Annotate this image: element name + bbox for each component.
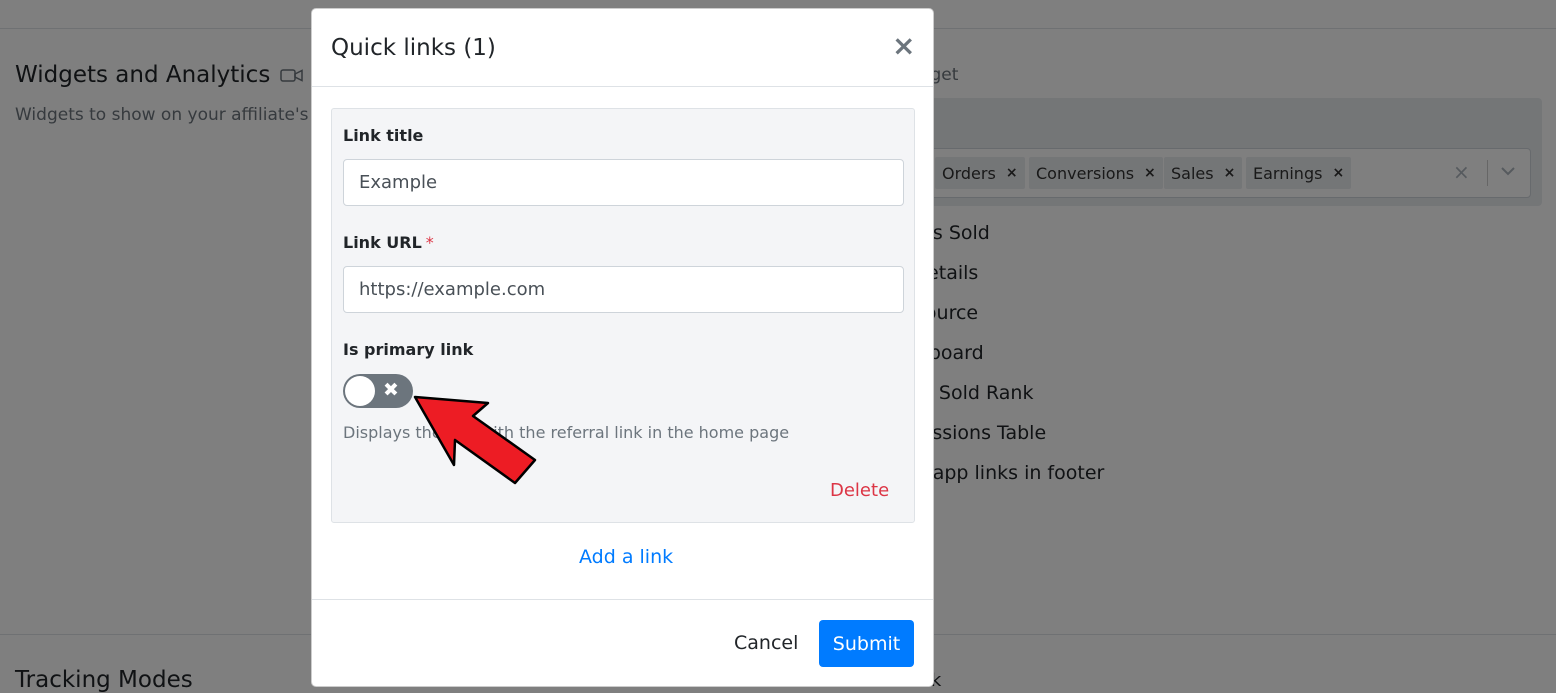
modal-header: Quick links (1) × [312, 9, 933, 87]
modal-title: Quick links (1) [331, 35, 496, 61]
link-title-label: Link title [343, 126, 424, 145]
required-marker: * [425, 233, 434, 252]
toggle-knob [345, 376, 375, 406]
primary-link-toggle[interactable]: ✖ [343, 374, 413, 408]
link-url-input[interactable]: https://example.com [343, 266, 904, 313]
delete-link-button[interactable]: Delete [830, 480, 889, 501]
add-link-button[interactable]: Add a link [579, 546, 673, 568]
quick-links-modal: Quick links (1) × Link title Example Lin… [311, 8, 934, 687]
link-title-input[interactable]: Example [343, 159, 904, 206]
close-icon[interactable]: × [892, 31, 915, 61]
link-url-label: Link URL * [343, 233, 434, 252]
toggle-off-icon: ✖ [383, 379, 399, 401]
primary-link-label: Is primary link [343, 340, 474, 359]
modal-footer: Cancel Submit [312, 599, 933, 686]
cancel-button[interactable]: Cancel [720, 620, 812, 666]
red-arrow-icon [413, 395, 537, 485]
submit-button[interactable]: Submit [819, 620, 914, 667]
link-url-label-text: Link URL [343, 233, 422, 252]
